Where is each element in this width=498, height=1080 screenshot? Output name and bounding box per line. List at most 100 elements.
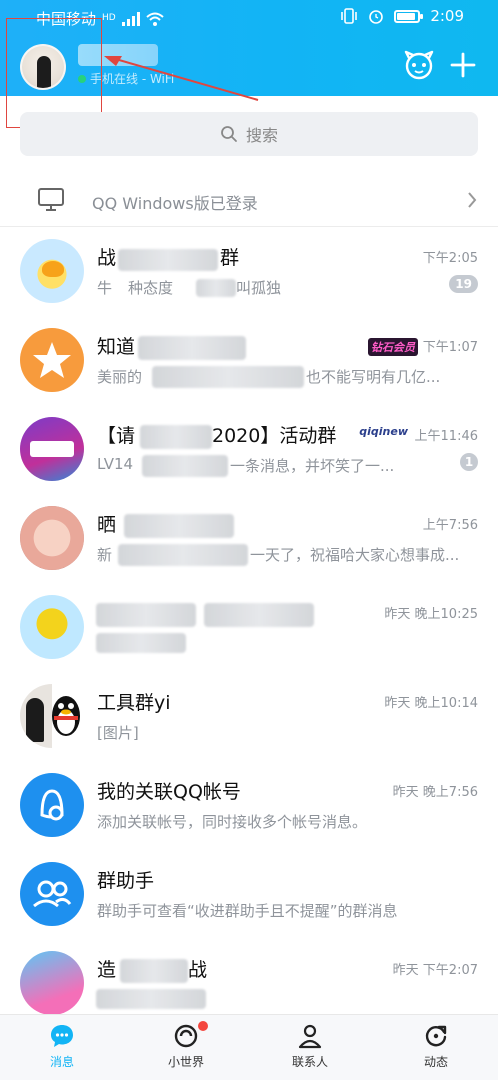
chat-row[interactable]: 战 群 牛 种态度 叫孤独 下午2:05 19 [0,227,498,315]
chat-preview-prefix: 美丽的 [97,368,143,386]
nav-feed[interactable]: 动态 [396,1023,476,1079]
chat-time: 上午7:56 [422,518,478,533]
chat-preview-tail: 一条消息，并坏笑了一... [230,457,395,475]
bottom-nav: 消息 小世界 联系人 动态 [0,1014,498,1080]
chat-row[interactable]: 晒 新 一天了，祝福哈大家心想事成... 上午7:56 [0,494,498,582]
chat-avatar [20,684,84,748]
annotation-arrow [104,56,259,101]
chat-row[interactable]: 知道 美丽的 也不能写明有几亿... 钻石会员 下午1:07 [0,316,498,404]
chat-title: 战 [97,247,117,269]
chat-time: 下午2:05 [422,251,478,266]
chat-avatar [20,595,84,659]
chat-preview: 添加关联帐号，同时接收多个帐号消息。 [97,813,368,831]
decoration-tag-icon: qiqinew [359,425,408,438]
plus-icon[interactable] [446,48,480,82]
linked-account-icon [40,789,64,821]
chat-row[interactable]: 工具群yi [图片] 昨天 晚上10:14 [0,672,498,760]
blurred-text [196,279,236,297]
blurred-text [138,336,246,360]
chat-preview-tail: 也不能写明有几亿... [306,368,441,386]
chat-time: 昨天 晚上10:25 [384,607,478,622]
alarm-icon [369,10,384,24]
chat-avatar [20,239,84,303]
nav-messages[interactable]: 消息 [22,1023,102,1079]
wifi-icon [146,12,164,26]
search-placeholder: 搜索 [245,126,278,145]
notification-dot [198,1021,208,1031]
chat-title: 我的关联QQ帐号 [97,781,241,803]
monitor-icon [38,188,64,211]
clock-time: 2:09 [430,7,464,25]
chat-row[interactable]: 我的关联QQ帐号 添加关联帐号，同时接收多个帐号消息。 昨天 晚上7:56 [0,761,498,849]
nav-label: 联系人 [291,1055,328,1069]
chat-preview-tail: 叫孤独 [236,279,282,297]
blurred-text [118,249,218,271]
pet-icon[interactable] [402,48,436,82]
chat-title-tail: 2020】活动群 [212,425,337,447]
nav-label: 消息 [49,1055,74,1069]
chat-preview: 群助手可查看“收进群助手且不提醒”的群消息 [97,902,398,920]
chat-time: 下午1:07 [422,340,478,355]
chat-avatar [20,862,84,926]
chat-avatar [20,951,84,1015]
nav-label: 小世界 [167,1055,204,1069]
chat-title-tail: 群 [220,247,240,269]
blurred-text [142,455,228,477]
blurred-text [140,425,212,449]
member-badge-icon: 钻石会员 [368,338,418,356]
chat-avatar [20,506,84,570]
chat-title: 群助手 [97,870,155,892]
chat-title: 知道 [97,336,136,358]
blurred-text [120,959,188,983]
nav-small-world[interactable]: 小世界 [146,1021,226,1079]
search-bar[interactable]: 搜索 [20,112,478,156]
chat-preview-tail: 一天了，祝福哈大家心想事成... [250,546,460,564]
chat-row[interactable]: 【请 2020】活动群 LV14 一条消息，并坏笑了一... qiqinew 上… [0,405,498,493]
vibrate-icon [341,8,358,24]
blurred-text [96,633,186,653]
chat-title: 【请 [97,425,136,447]
signal-icon [121,11,140,26]
chat-time: 昨天 晚上10:14 [384,696,478,711]
nav-label: 动态 [423,1055,448,1069]
chat-title-tail: 战 [188,959,208,981]
chat-preview-prefix: 牛 [97,279,113,297]
star-icon [33,342,71,378]
chat-time: 昨天 晚上7:56 [392,785,478,800]
blurred-text [124,514,234,538]
qq-penguin-icon [52,696,80,736]
chat-preview: 种态度 [128,279,174,297]
chat-time: 昨天 下午2:07 [392,963,478,978]
battery-icon [394,9,424,23]
blurred-text [204,603,314,627]
chat-avatar [20,417,84,481]
chat-avatar [20,773,84,837]
pc-login-text: QQ Windows版已登录 [92,194,258,213]
unread-badge: 1 [460,453,478,471]
blurred-text [152,366,304,388]
unread-badge: 19 [449,275,478,293]
refresh-icon [425,1025,447,1047]
blurred-text [96,989,206,1009]
chat-row[interactable]: 群助手 群助手可查看“收进群助手且不提醒”的群消息 [0,850,498,938]
chat-time: 上午11:46 [414,429,478,444]
chat-preview-prefix: 新 [97,546,113,564]
chat-title: 造 [97,959,117,981]
group-helper-icon [33,880,72,908]
chat-avatar [20,328,84,392]
contacts-icon [298,1024,322,1049]
message-icon [51,1025,73,1047]
small-world-icon [174,1024,198,1048]
blurred-text [118,544,248,566]
network-type: HD [102,13,116,23]
pc-login-row[interactable]: QQ Windows版已登录 [0,174,498,226]
chat-preview: [图片] [97,724,139,742]
blurred-text [96,603,196,627]
chat-row[interactable]: 昨天 晚上10:25 [0,583,498,671]
chat-title: 晒 [97,514,117,536]
nav-contacts[interactable]: 联系人 [270,1023,350,1079]
chat-title: 工具群yi [97,692,171,714]
search-icon [221,126,237,142]
chevron-right-icon [468,192,477,208]
chat-preview-prefix: LV14 [97,455,134,473]
